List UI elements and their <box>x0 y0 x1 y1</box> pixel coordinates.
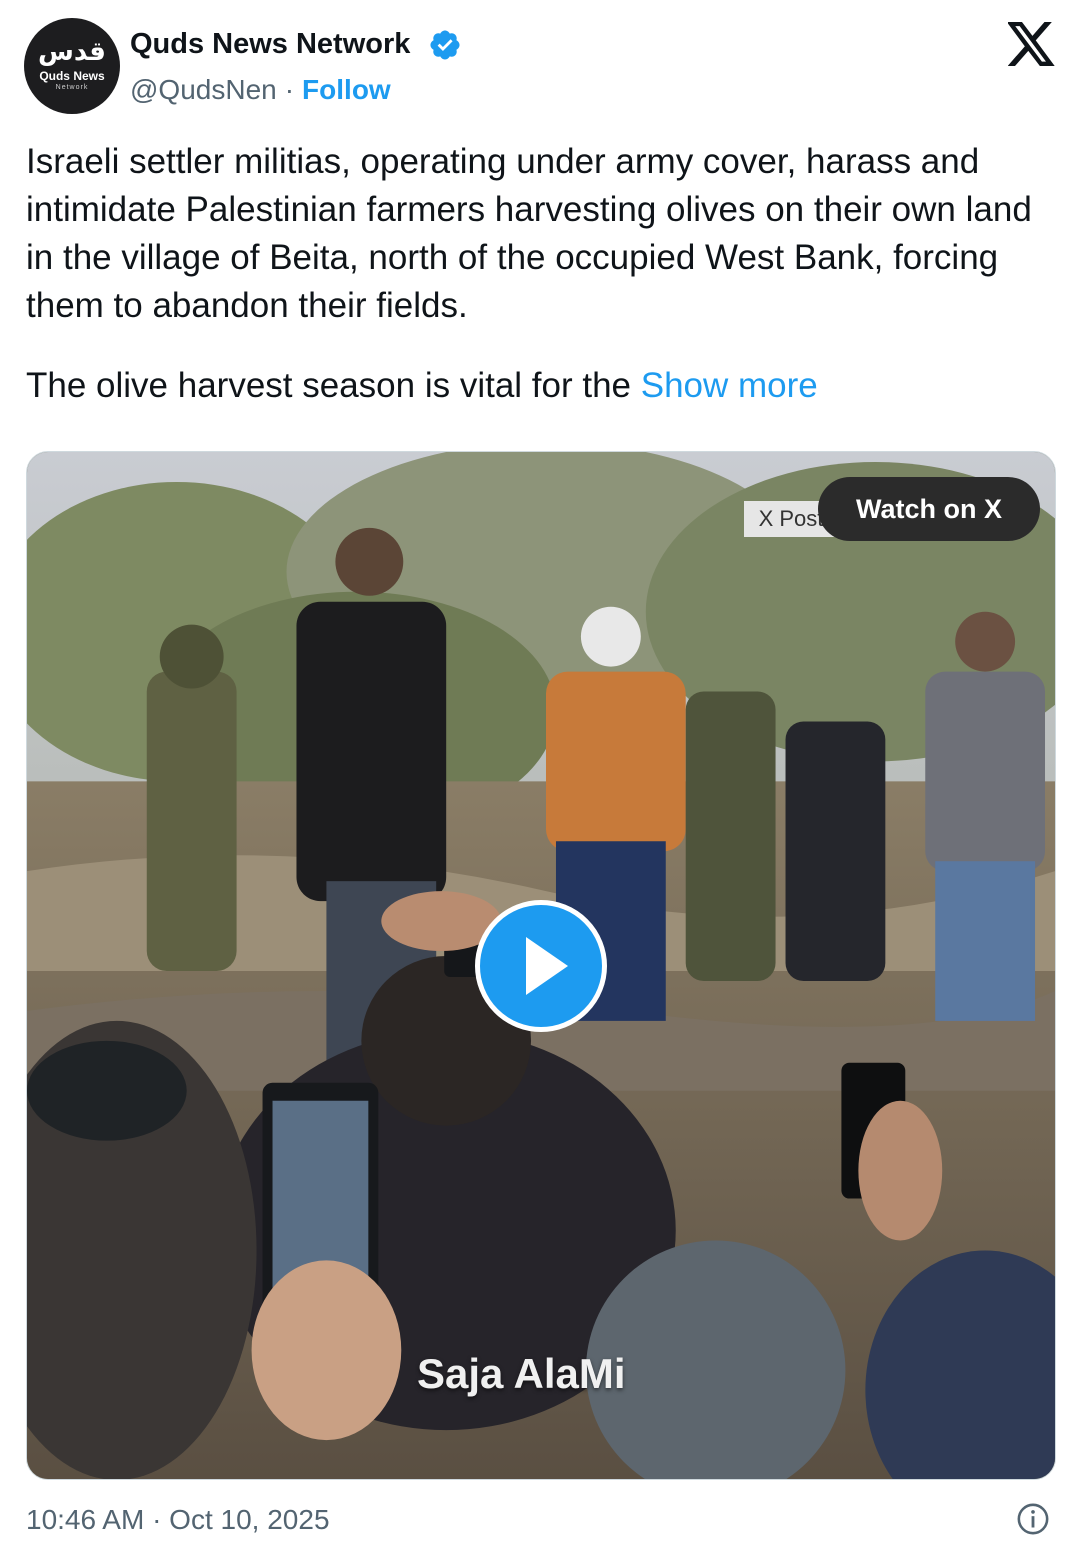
video-player[interactable]: X Post Watch on X Saja AlaMi <box>26 451 1056 1480</box>
info-icon[interactable] <box>1016 1502 1050 1536</box>
verified-badge-icon <box>430 30 460 60</box>
avatar-mark: قدس <box>38 36 106 67</box>
play-button[interactable] <box>475 900 607 1032</box>
play-icon <box>526 937 568 995</box>
author-name[interactable]: Quds News Network <box>130 26 410 62</box>
x-logo-icon[interactable] <box>1008 22 1056 66</box>
handle-row: @QudsNen · Follow <box>130 72 391 108</box>
avatar-line1: Quds News <box>39 68 105 83</box>
show-more-link[interactable]: Show more <box>641 366 818 405</box>
tweet-embed: قدس Quds News Network Quds News Network … <box>0 0 1084 1558</box>
follow-button[interactable]: Follow <box>302 74 391 105</box>
post-paragraph-2: The olive harvest season is vital for th… <box>26 362 1056 410</box>
watch-on-x-button[interactable]: Watch on X <box>818 477 1040 541</box>
author-handle[interactable]: @QudsNen <box>130 74 277 105</box>
video-watermark: Saja AlaMi <box>417 1350 626 1397</box>
avatar-line2: Network <box>55 83 89 91</box>
post-text: Israeli settler militias, operating unde… <box>26 138 1056 410</box>
post-paragraph-2-text: The olive harvest season is vital for th… <box>26 366 632 405</box>
post-timestamp[interactable]: 10:46 AM · Oct 10, 2025 <box>26 1502 330 1538</box>
post-paragraph-1: Israeli settler militias, operating unde… <box>26 142 1032 325</box>
separator: · <box>284 74 295 105</box>
avatar[interactable]: قدس Quds News Network <box>24 18 120 114</box>
